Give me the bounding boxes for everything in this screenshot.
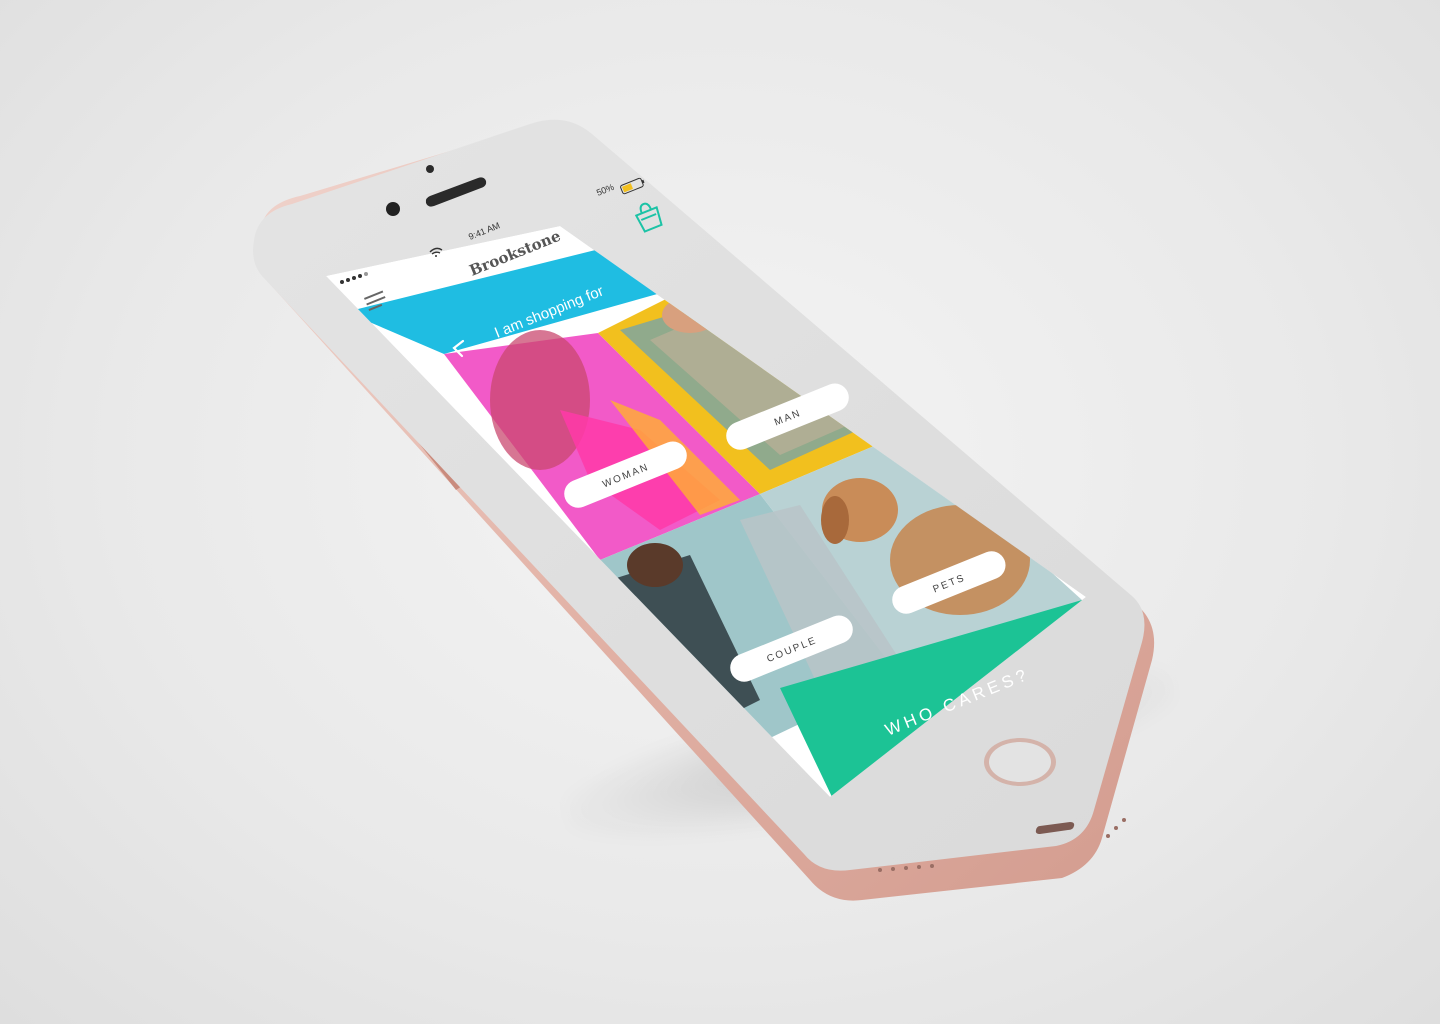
phone-device: 9:41 AM 50% Brookstone I am shopping for: [253, 119, 1155, 901]
proximity-sensor: [426, 165, 434, 173]
front-camera: [386, 202, 400, 216]
woman-figure-hair: [490, 330, 590, 470]
couple-figure-face: [627, 543, 683, 587]
mockup-stage: 9:41 AM 50% Brookstone I am shopping for: [0, 0, 1440, 1024]
home-button[interactable]: [984, 738, 1056, 786]
dog-figure-ear: [821, 496, 849, 544]
